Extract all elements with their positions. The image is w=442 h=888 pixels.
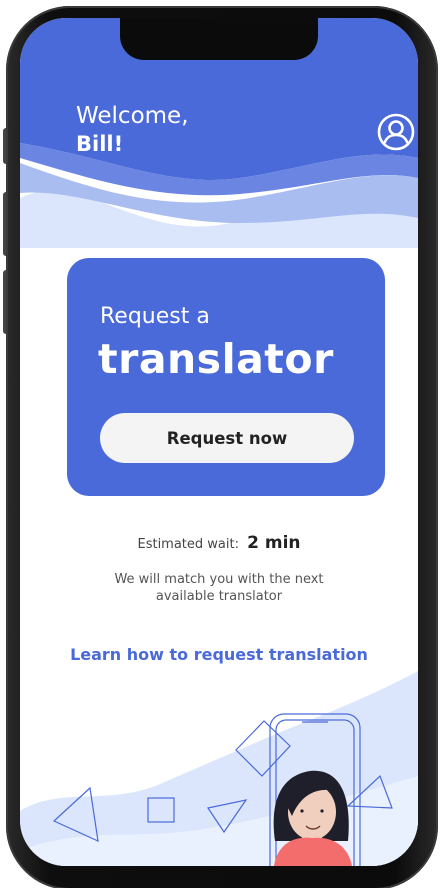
wait-label: Estimated wait:: [137, 537, 239, 552]
app-screen: Welcome, Bill! Request a translator Requ…: [20, 18, 418, 866]
translator-illustration: [20, 671, 418, 866]
device-mockup: Welcome, Bill! Request a translator Requ…: [0, 0, 442, 888]
greeting-text: Welcome,: [76, 103, 189, 129]
learn-how-link[interactable]: Learn how to request translation: [20, 645, 418, 664]
card-subtitle: Request a: [100, 304, 210, 329]
welcome-greeting: Welcome, Bill!: [76, 102, 189, 158]
phone-notch: [120, 18, 318, 60]
request-now-button[interactable]: Request now: [100, 413, 354, 463]
request-translator-card: Request a translator Request now: [67, 258, 385, 496]
card-title: translator: [98, 335, 334, 383]
estimated-wait: Estimated wait: 2 min: [20, 533, 418, 553]
profile-button[interactable]: [376, 112, 416, 152]
user-name: Bill!: [76, 132, 124, 156]
user-circle-icon: [377, 113, 415, 151]
match-info-text: We will match you with the next availabl…: [114, 572, 324, 604]
wait-value: 2 min: [247, 533, 301, 553]
